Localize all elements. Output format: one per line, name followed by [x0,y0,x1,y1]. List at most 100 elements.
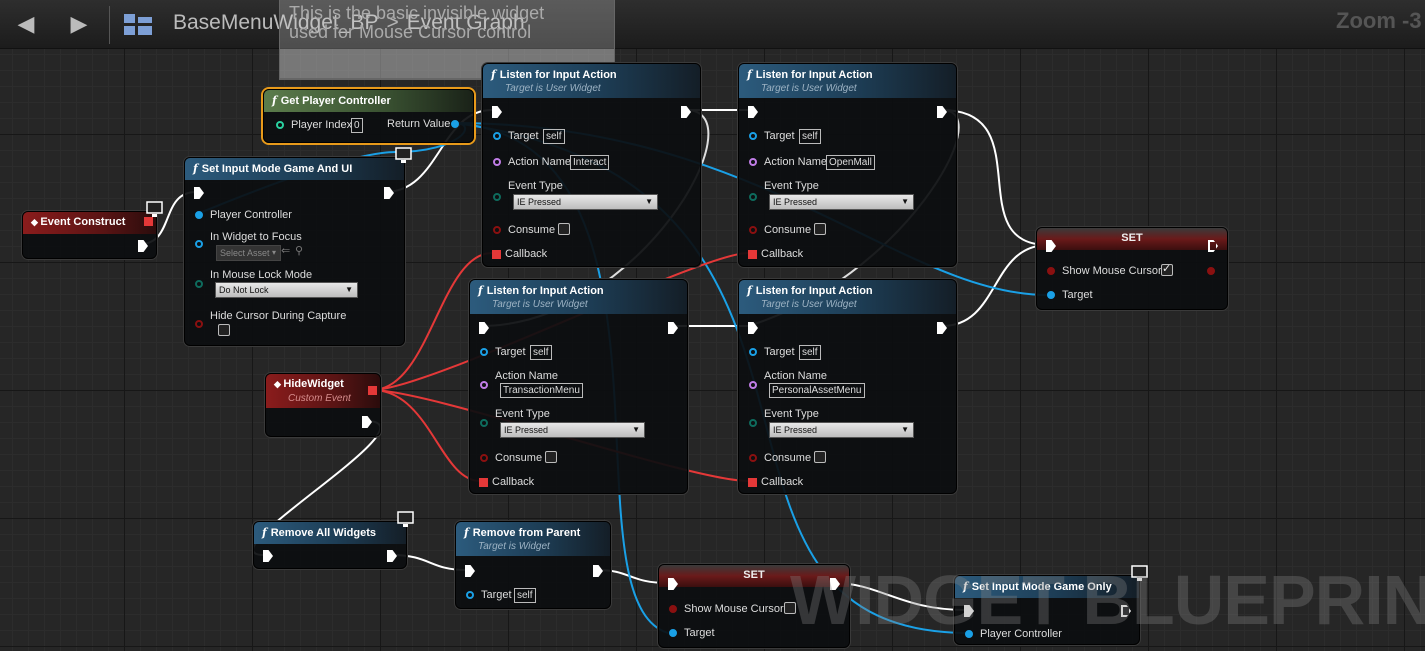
exec-out-pin[interactable] [138,240,148,252]
action-name-input[interactable]: OpenMall [826,155,875,170]
action-name-input[interactable]: Interact [570,155,610,170]
event-type-dropdown[interactable]: IE Pressed ▼ [769,194,914,210]
show-cursor-out-pin[interactable] [1207,267,1215,275]
callback-pin[interactable] [748,250,757,259]
browse-arrow-icon[interactable]: ⇐ [281,244,290,257]
breadcrumb-blueprint[interactable]: BaseMenuWidget_BP [173,11,378,34]
node-remove-all-widgets[interactable]: f Remove All Widgets [253,521,407,569]
consume-checkbox[interactable] [545,451,557,463]
node-title: f Get Player Controller [272,94,391,107]
forward-button[interactable]: ▶ [62,9,96,39]
target-input[interactable]: self [530,345,552,360]
consume-pin[interactable] [493,226,501,234]
target-pin[interactable] [1047,291,1055,299]
exec-out-pin[interactable] [387,550,397,562]
node-listen-openmall[interactable]: f Listen for Input Action Target is User … [738,63,957,267]
exec-out-pin[interactable] [937,106,947,118]
exec-in-pin[interactable] [748,322,758,334]
event-type-pin[interactable] [749,193,757,201]
consume-pin[interactable] [749,226,757,234]
target-input[interactable]: self [799,129,821,144]
mouse-lock-pin[interactable] [195,280,203,288]
target-pin[interactable] [669,629,677,637]
event-type-pin[interactable] [749,419,757,427]
node-remove-from-parent[interactable]: f Remove from Parent Target is Widget Tar… [455,521,611,609]
target-pin[interactable] [466,591,474,599]
exec-in-pin[interactable] [194,187,204,199]
target-pin[interactable] [480,348,488,356]
player-index-input[interactable]: 0 [351,118,363,133]
player-controller-pin[interactable] [195,211,203,219]
target-input[interactable]: self [543,129,565,144]
target-input[interactable]: self [799,345,821,360]
graph-toolbar: ◀ ▶ BaseMenuWidget_BP > Event Graph Zoom -… [0,0,1425,49]
breadcrumb-graph[interactable]: Event Graph [407,11,525,34]
node-header: f Listen for Input Action Target is User … [739,64,956,98]
target-pin[interactable] [749,348,757,356]
node-set-input-mode-game-and-ui[interactable]: f Set Input Mode Game And UI Player Contr… [184,157,405,346]
exec-in-pin[interactable] [492,106,502,118]
node-listen-interact[interactable]: f Listen for Input Action Target is User … [482,63,701,267]
callback-label: Callback [492,476,535,488]
hide-cursor-checkbox[interactable] [218,324,230,336]
callback-pin[interactable] [479,478,488,487]
event-type-dropdown[interactable]: IE Pressed ▼ [513,194,658,210]
widget-focus-pin[interactable] [195,240,203,248]
delegate-pin[interactable] [368,386,377,395]
action-name-pin[interactable] [749,381,757,389]
back-button[interactable]: ◀ [9,9,43,39]
consume-pin[interactable] [749,454,757,462]
exec-in-pin[interactable] [465,565,475,577]
mouse-lock-dropdown[interactable]: Do Not Lock ▼ [215,282,358,298]
show-cursor-pin[interactable] [1047,267,1055,275]
exec-in-pin[interactable] [479,322,489,334]
event-type-pin[interactable] [493,193,501,201]
exec-in-pin[interactable] [748,106,758,118]
target-pin[interactable] [493,132,501,140]
node-listen-transaction[interactable]: f Listen for Input Action Target is User … [469,279,688,494]
select-asset-dropdown[interactable]: Select Asset ▾ [216,245,281,261]
hide-cursor-pin[interactable] [195,320,203,328]
event-type-label: Event Type [764,408,819,420]
exec-out-pin[interactable] [384,187,394,199]
event-type-value: IE Pressed [773,197,818,207]
node-event-construct[interactable]: ◆ Event Construct [22,211,157,259]
event-type-dropdown[interactable]: IE Pressed ▼ [769,422,914,438]
action-name-input[interactable]: TransactionMenu [500,383,583,398]
callback-pin[interactable] [492,250,501,259]
exec-out-pin[interactable] [362,416,372,428]
exec-in-pin[interactable] [263,550,273,562]
consume-checkbox[interactable] [814,223,826,235]
event-type-pin[interactable] [480,419,488,427]
action-name-input[interactable]: PersonalAssetMenu [769,383,865,398]
exec-out-pin[interactable] [668,322,678,334]
target-pin[interactable] [749,132,757,140]
action-name-pin[interactable] [749,158,757,166]
consume-pin[interactable] [480,454,488,462]
consume-checkbox[interactable] [814,451,826,463]
hide-widget-title: HideWidget [283,378,344,390]
listen-subtitle: Target is User Widget [505,83,601,94]
target-input[interactable]: self [514,588,536,603]
node-hide-widget[interactable]: ◆ HideWidget Custom Event [265,373,381,437]
exec-out-pin[interactable] [681,106,691,118]
callback-pin[interactable] [748,478,757,487]
consume-checkbox[interactable] [558,223,570,235]
node-set-show-cursor[interactable]: SET Show Mouse Cursor Target [1036,227,1228,310]
node-get-player-controller[interactable]: f Get Player Controller Player Index 0 Re… [263,89,474,143]
exec-out-pin[interactable] [937,322,947,334]
event-type-value: IE Pressed [773,425,818,435]
event-type-dropdown[interactable]: IE Pressed ▼ [500,422,645,438]
action-name-pin[interactable] [480,381,488,389]
player-index-pin[interactable] [276,121,284,129]
exec-out-pin[interactable] [593,565,603,577]
search-icon[interactable]: ⚲ [295,244,303,257]
delegate-pin[interactable] [144,217,153,226]
chevron-down-icon: ▼ [632,425,640,434]
show-cursor-pin[interactable] [669,605,677,613]
return-value-pin[interactable] [451,120,459,128]
listen-title: Listen for Input Action [755,285,873,297]
node-listen-personal[interactable]: f Listen for Input Action Target is User … [738,279,957,494]
action-name-pin[interactable] [493,158,501,166]
show-cursor-checkbox[interactable] [1161,262,1173,276]
